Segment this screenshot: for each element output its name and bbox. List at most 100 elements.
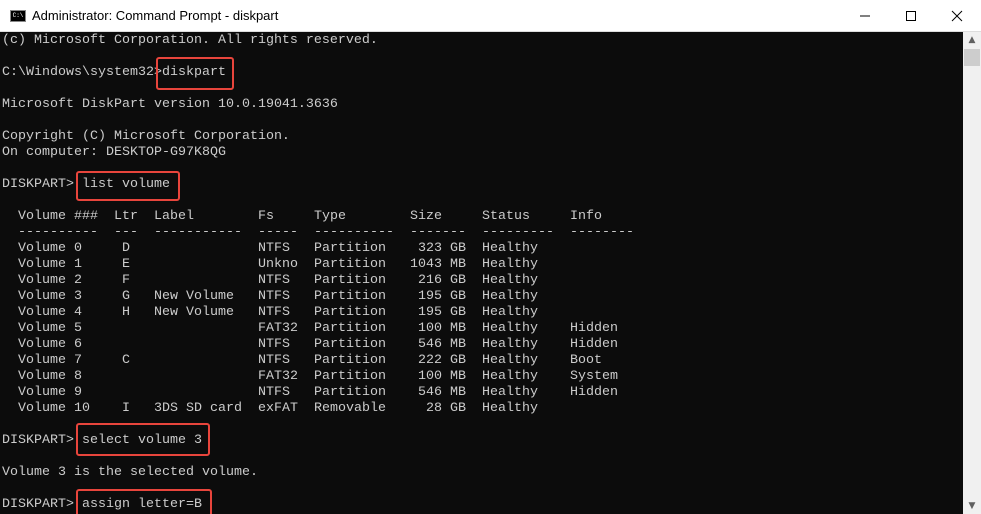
- cell-fs: NTFS: [258, 241, 290, 256]
- cell-volume: Volume 10: [18, 401, 90, 416]
- prompt: DISKPART>: [2, 177, 74, 192]
- cell-status: Healthy: [482, 289, 538, 304]
- cell-ltr: D: [122, 241, 130, 256]
- cell-volume: Volume 3: [18, 289, 82, 304]
- cell-status: Status: [482, 209, 530, 224]
- cell-size: 28 GB: [426, 401, 466, 416]
- cell-volume: Volume 7: [18, 353, 82, 368]
- cell-volume: Volume ###: [18, 209, 98, 224]
- cell-info: --------: [570, 225, 634, 240]
- cell-status: Healthy: [482, 385, 538, 400]
- cell-type: Partition: [314, 321, 386, 336]
- cell-label: Label: [154, 209, 194, 224]
- cell-label: New Volume: [154, 289, 234, 304]
- window-title: Administrator: Command Prompt - diskpart: [32, 8, 279, 23]
- cell-ltr: ---: [114, 225, 138, 240]
- scroll-up-icon[interactable]: ▲: [963, 32, 981, 48]
- maximize-button[interactable]: [888, 0, 934, 32]
- prompt: C:\Windows\system32>: [2, 65, 162, 80]
- console-output[interactable]: (c) Microsoft Corporation. All rights re…: [0, 32, 963, 514]
- copyright-line-2: Copyright (C) Microsoft Corporation.: [2, 129, 290, 144]
- cell-fs: NTFS: [258, 289, 290, 304]
- cell-status: Healthy: [482, 257, 538, 272]
- title-bar: C:\ Administrator: Command Prompt - disk…: [0, 0, 981, 32]
- cell-type: Partition: [314, 289, 386, 304]
- cell-status: Healthy: [482, 369, 538, 384]
- close-icon: [951, 10, 963, 22]
- cell-type: Partition: [314, 337, 386, 352]
- cell-size: 100 MB: [418, 321, 466, 336]
- prompt: DISKPART>: [2, 433, 74, 448]
- scroll-thumb[interactable]: [964, 49, 980, 66]
- cell-size: 1043 MB: [410, 257, 466, 272]
- minimize-button[interactable]: [842, 0, 888, 32]
- cell-fs: -----: [258, 225, 298, 240]
- minimize-icon: [860, 15, 870, 17]
- cmd-icon: C:\: [10, 10, 26, 22]
- cell-type: Partition: [314, 353, 386, 368]
- cell-fs: Unkno: [258, 257, 298, 272]
- cell-status: Healthy: [482, 353, 538, 368]
- cell-size: 222 GB: [418, 353, 466, 368]
- cell-type: Partition: [314, 369, 386, 384]
- cell-status: Healthy: [482, 305, 538, 320]
- cell-info: Hidden: [570, 337, 618, 352]
- cell-fs: NTFS: [258, 337, 290, 352]
- cell-size: 323 GB: [418, 241, 466, 256]
- cell-size: Size: [410, 209, 442, 224]
- cell-status: Healthy: [482, 241, 538, 256]
- cell-ltr: I: [122, 401, 130, 416]
- cell-fs: NTFS: [258, 353, 290, 368]
- cell-size: 216 GB: [418, 273, 466, 288]
- cell-status: Healthy: [482, 273, 538, 288]
- cell-label: New Volume: [154, 305, 234, 320]
- cell-volume: Volume 0: [18, 241, 82, 256]
- cell-fs: FAT32: [258, 321, 298, 336]
- cell-type: Partition: [314, 241, 386, 256]
- cell-size: 100 MB: [418, 369, 466, 384]
- cell-size: -------: [410, 225, 466, 240]
- cell-volume: Volume 2: [18, 273, 82, 288]
- cell-ltr: C: [122, 353, 130, 368]
- cell-fs: NTFS: [258, 385, 290, 400]
- cell-size: 195 GB: [418, 305, 466, 320]
- vertical-scrollbar[interactable]: ▲ ▼: [963, 32, 981, 514]
- cell-info: Hidden: [570, 385, 618, 400]
- computer-line: On computer: DESKTOP-G97K8QG: [2, 145, 226, 160]
- highlight-box: [156, 57, 234, 90]
- cell-type: Partition: [314, 273, 386, 288]
- selected-message: Volume 3 is the selected volume.: [2, 465, 258, 480]
- cell-type: Type: [314, 209, 346, 224]
- cell-volume: Volume 1: [18, 257, 82, 272]
- cell-type: Partition: [314, 257, 386, 272]
- cell-info: Hidden: [570, 321, 618, 336]
- cell-info: System: [570, 369, 618, 384]
- cell-fs: exFAT: [258, 401, 298, 416]
- cell-label: 3DS SD card: [154, 401, 242, 416]
- scroll-down-icon[interactable]: ▼: [963, 498, 981, 514]
- cell-ltr: G: [122, 289, 130, 304]
- version-line: Microsoft DiskPart version 10.0.19041.36…: [2, 97, 338, 112]
- cell-ltr: H: [122, 305, 130, 320]
- cell-type: Partition: [314, 385, 386, 400]
- cell-status: Healthy: [482, 337, 538, 352]
- cell-info: Boot: [570, 353, 602, 368]
- cell-status: Healthy: [482, 321, 538, 336]
- highlight-box: [76, 489, 212, 514]
- copyright-line: (c) Microsoft Corporation. All rights re…: [2, 33, 378, 48]
- cell-ltr: E: [122, 257, 130, 272]
- prompt: DISKPART>: [2, 497, 74, 512]
- cell-status: ---------: [482, 225, 554, 240]
- cell-fs: FAT32: [258, 369, 298, 384]
- cell-volume: Volume 9: [18, 385, 82, 400]
- cell-fs: NTFS: [258, 273, 290, 288]
- cell-volume: Volume 5: [18, 321, 82, 336]
- maximize-icon: [906, 11, 916, 21]
- cell-fs: Fs: [258, 209, 274, 224]
- cell-status: Healthy: [482, 401, 538, 416]
- cell-volume: Volume 6: [18, 337, 82, 352]
- highlight-box: [76, 423, 210, 456]
- cell-type: Partition: [314, 305, 386, 320]
- close-button[interactable]: [934, 0, 980, 32]
- highlight-box: [76, 171, 180, 201]
